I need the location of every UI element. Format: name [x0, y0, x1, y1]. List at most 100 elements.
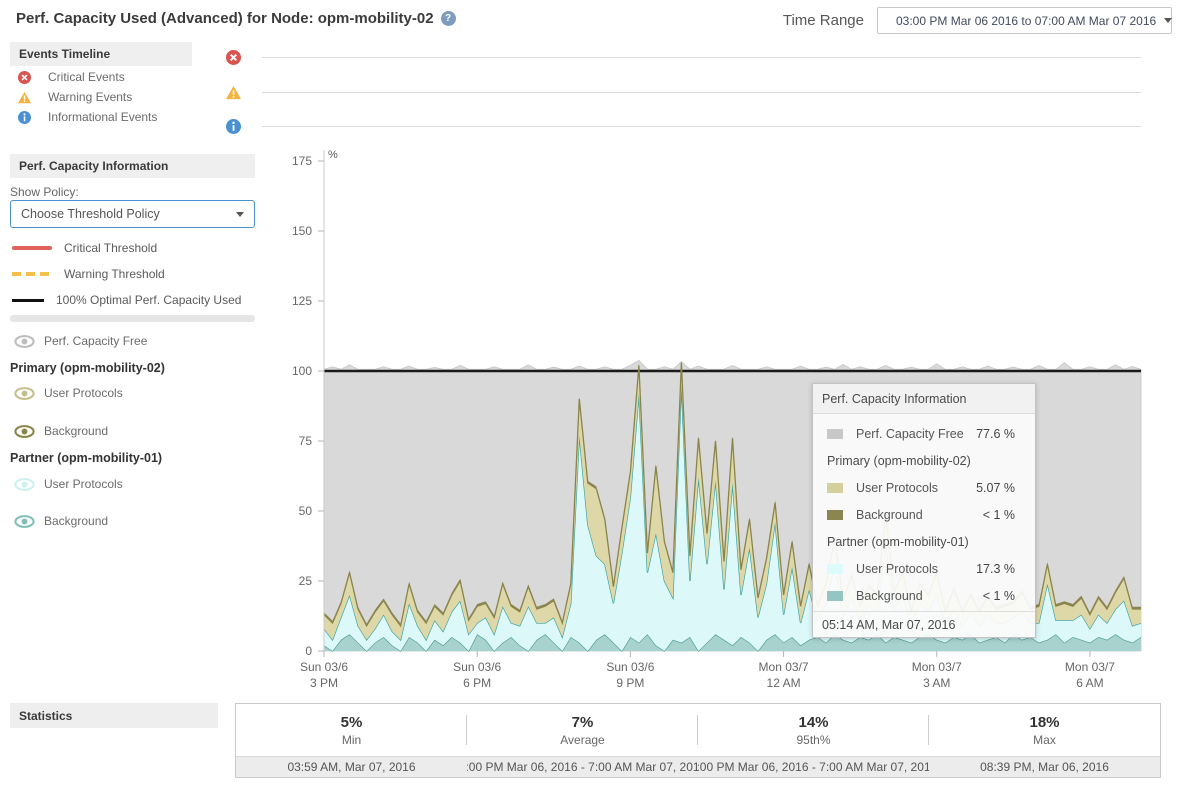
stat-label: 95th% — [796, 733, 830, 747]
legend-label: User Protocols — [44, 477, 123, 491]
color-swatch — [827, 483, 843, 493]
legend-partner-user-protocols[interactable]: User Protocols — [14, 477, 123, 491]
perf-capacity-info-header: Perf. Capacity Information — [10, 154, 255, 178]
eye-icon — [14, 335, 35, 348]
stat-min: 5% Min — [236, 704, 467, 756]
legend-critical-threshold: Critical Threshold — [12, 241, 157, 255]
tooltip-row-partner-background: Background < 1 % — [813, 582, 1035, 609]
tooltip-value: 5.07 % — [976, 481, 1015, 495]
legend-label: Critical Events — [48, 70, 125, 84]
svg-text:75: 75 — [299, 434, 313, 448]
legend-label: Background — [44, 514, 108, 528]
events-timeline-header: Events Timeline — [10, 42, 192, 66]
time-range-picker[interactable]: 03:00 PM Mar 06 2016 to 07:00 AM Mar 07 … — [877, 7, 1172, 34]
eye-icon — [14, 478, 35, 491]
tooltip-timestamp: 05:14 AM, Mar 07, 2016 — [813, 611, 1035, 637]
time-range-label: Time Range — [783, 12, 864, 29]
critical-events-timeline-icon — [226, 50, 241, 65]
statistics-header: Statistics — [10, 703, 218, 728]
chevron-down-icon — [1164, 18, 1172, 23]
legend-primary-background[interactable]: Background — [14, 424, 108, 438]
stat-label: Min — [342, 733, 361, 747]
warning-threshold-swatch — [12, 272, 52, 276]
legend-primary-user-protocols[interactable]: User Protocols — [14, 386, 123, 400]
legend-label: Background — [44, 424, 108, 438]
threshold-policy-select[interactable]: Choose Threshold Policy — [10, 200, 255, 228]
svg-text:Mon 03/76 AM: Mon 03/76 AM — [1065, 660, 1115, 690]
info-events-timeline-icon — [226, 119, 241, 134]
threshold-policy-value: Choose Threshold Policy — [21, 207, 160, 221]
legend-perf-capacity-free[interactable]: Perf. Capacity Free — [14, 334, 147, 348]
eye-icon — [14, 425, 35, 438]
stat-value: 14% — [798, 714, 828, 731]
tooltip-label: User Protocols — [856, 481, 938, 495]
svg-text:Sun 03/69 PM: Sun 03/69 PM — [606, 660, 654, 690]
stat-average: 7% Average — [467, 704, 698, 756]
tooltip-group-primary: Primary (opm-mobility-02) — [813, 447, 1035, 474]
color-swatch — [827, 564, 843, 574]
tooltip-row-primary-user-protocols: User Protocols 5.07 % — [813, 474, 1035, 501]
tooltip-group-partner: Partner (opm-mobility-01) — [813, 528, 1035, 555]
legend-label: Warning Threshold — [64, 267, 165, 281]
legend-optimal-line: 100% Optimal Perf. Capacity Used — [12, 293, 241, 307]
time-range-control: Time Range 03:00 PM Mar 06 2016 to 07:00… — [783, 7, 1172, 34]
svg-text:Sun 03/63 PM: Sun 03/63 PM — [300, 660, 348, 690]
svg-text:Mon 03/712 AM: Mon 03/712 AM — [759, 660, 809, 690]
tooltip-label: Perf. Capacity Free — [856, 427, 964, 441]
tooltip-row-primary-background: Background < 1 % — [813, 501, 1035, 528]
warning-events-timeline-icon — [226, 85, 241, 100]
optimal-line-swatch — [12, 299, 44, 302]
svg-text:Mon 03/73 AM: Mon 03/73 AM — [912, 660, 962, 690]
legend-label: Warning Events — [48, 90, 132, 104]
stat-value: 7% — [572, 714, 594, 731]
sidebar-scrollbar[interactable] — [10, 315, 255, 322]
svg-text:125: 125 — [292, 294, 312, 308]
help-icon[interactable]: ? — [441, 11, 456, 26]
color-swatch — [827, 510, 843, 520]
critical-events-timeline-line — [262, 57, 1141, 58]
legend-label: User Protocols — [44, 386, 123, 400]
legend-label: Informational Events — [48, 110, 157, 124]
tooltip-value: < 1 % — [983, 508, 1015, 522]
tooltip-value: 77.6 % — [976, 427, 1015, 441]
legend-item-warning-events: Warning Events — [18, 90, 132, 104]
svg-text:175: 175 — [292, 154, 312, 168]
info-icon — [18, 111, 31, 124]
legend-label: 100% Optimal Perf. Capacity Used — [56, 293, 241, 307]
svg-text:100: 100 — [292, 364, 312, 378]
show-policy-label: Show Policy: — [10, 185, 79, 199]
stat-max: 18% Max — [929, 704, 1160, 756]
svg-text:Sun 03/66 PM: Sun 03/66 PM — [453, 660, 501, 690]
warning-icon — [18, 91, 31, 104]
tooltip-row-perf-capacity-free: Perf. Capacity Free 77.6 % — [813, 420, 1035, 447]
page-title-row: Perf. Capacity Used (Advanced) for Node:… — [16, 10, 456, 27]
chevron-down-icon — [236, 212, 244, 217]
time-range-value: 03:00 PM Mar 06 2016 to 07:00 AM Mar 07 … — [896, 14, 1156, 28]
critical-icon — [18, 71, 31, 84]
svg-text:%: % — [328, 149, 338, 161]
stat-min-detail: 03:59 AM, Mar 07, 2016 — [236, 757, 467, 777]
tooltip-row-partner-user-protocols: User Protocols 17.3 % — [813, 555, 1035, 582]
legend-warning-threshold: Warning Threshold — [12, 267, 165, 281]
stat-max-detail: 08:39 PM, Mar 06, 2016 — [929, 757, 1160, 777]
legend-partner-background[interactable]: Background — [14, 514, 108, 528]
eye-icon — [14, 387, 35, 400]
legend-item-critical-events: Critical Events — [18, 70, 125, 84]
chart-tooltip: Perf. Capacity Information Perf. Capacit… — [812, 383, 1036, 638]
svg-text:25: 25 — [299, 574, 313, 588]
page-title: Perf. Capacity Used (Advanced) for Node:… — [16, 10, 434, 27]
legend-label: Perf. Capacity Free — [44, 334, 147, 348]
group-partner-label: Partner (opm-mobility-01) — [10, 451, 162, 465]
perf-capacity-view: Perf. Capacity Used (Advanced) for Node:… — [0, 0, 1184, 787]
svg-text:50: 50 — [299, 504, 313, 518]
stat-average-detail: 3:00 PM Mar 06, 2016 - 7:00 AM Mar 07, 2… — [467, 757, 698, 777]
color-swatch — [827, 591, 843, 601]
legend-label: Critical Threshold — [64, 241, 157, 255]
tooltip-label: User Protocols — [856, 562, 938, 576]
tooltip-value: < 1 % — [983, 589, 1015, 603]
critical-threshold-swatch — [12, 246, 52, 250]
tooltip-value: 17.3 % — [976, 562, 1015, 576]
tooltip-label: Background — [856, 589, 923, 603]
eye-icon — [14, 515, 35, 528]
group-primary-label: Primary (opm-mobility-02) — [10, 361, 165, 375]
